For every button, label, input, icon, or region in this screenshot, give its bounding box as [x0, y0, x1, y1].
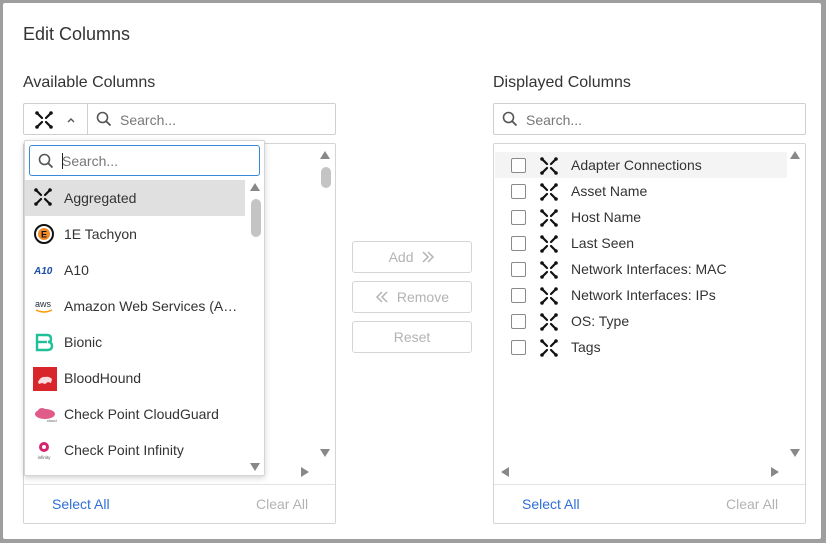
adapter-option[interactable]: aws Amazon Web Services (A… [25, 288, 245, 324]
adapter-option[interactable]: BloodHound [25, 360, 245, 396]
displayed-column-row[interactable]: Network Interfaces: IPs [495, 282, 787, 308]
column-checkbox[interactable] [511, 184, 526, 199]
double-chevron-right-icon [422, 251, 435, 263]
aggregated-icon [539, 338, 559, 363]
displayed-column-row[interactable]: OS: Type [495, 308, 787, 334]
adapter-search-input[interactable]: Search... [29, 145, 260, 176]
adapter-filter-select[interactable] [23, 103, 87, 135]
available-columns-label: Available Columns [23, 74, 156, 91]
column-label: OS: Type [571, 313, 630, 329]
available-search-input[interactable]: Search... [87, 103, 336, 135]
aggregated-icon [33, 187, 55, 209]
adapter-option-label: Check Point Infinity [64, 442, 184, 458]
available-select-all-link[interactable]: Select All [52, 496, 110, 512]
add-button-label: Add [388, 249, 414, 265]
svg-text:A10: A10 [33, 266, 53, 277]
displayed-search-placeholder: Search... [526, 112, 583, 128]
reset-button[interactable]: Reset [352, 321, 472, 353]
chevron-up-icon [67, 118, 75, 123]
adapter-option[interactable]: infinity Check Point Infinity [25, 432, 245, 468]
a10-logo-icon: A10 [33, 259, 55, 281]
column-checkbox[interactable] [511, 236, 526, 251]
displayed-columns-list: Adapter Connections Asset Name Host Name La… [493, 143, 806, 524]
svg-text:aws: aws [35, 299, 52, 309]
dialog-title: Edit Columns [23, 24, 131, 44]
column-checkbox[interactable] [511, 158, 526, 173]
double-chevron-left-icon [375, 291, 388, 303]
displayed-column-row[interactable]: Tags [495, 334, 787, 360]
adapter-dropdown-menu: Search... Aggregated E 1E Tachyon A10 A10 aws… [24, 140, 265, 476]
adapter-option[interactable]: E 1E Tachyon [25, 216, 245, 252]
column-label: Network Interfaces: IPs [571, 287, 716, 303]
remove-button-label: Remove [396, 289, 450, 305]
aggregated-icon [35, 111, 53, 129]
adapter-option-label: Aggregated [64, 190, 137, 206]
displayed-select-all-link[interactable]: Select All [522, 496, 580, 512]
available-search-placeholder: Search... [120, 112, 177, 128]
reset-button-label: Reset [393, 329, 431, 345]
scroll-up-arrow[interactable] [320, 151, 330, 159]
adapter-search-placeholder: Search... [62, 153, 119, 169]
adapter-option-label: BloodHound [64, 370, 142, 386]
svg-text:E: E [41, 230, 47, 240]
displayed-columns-label: Displayed Columns [493, 74, 631, 91]
svg-text:cloud: cloud [47, 418, 57, 423]
edit-columns-dialog: Edit Columns Available Columns Search...… [3, 3, 821, 539]
search-icon [502, 111, 518, 127]
remove-button[interactable]: Remove [352, 281, 472, 313]
scroll-down-arrow[interactable] [790, 449, 800, 457]
footer-divider [24, 484, 335, 485]
bionic-logo-icon [33, 331, 55, 353]
adapter-option-label: Amazon Web Services (A… [64, 298, 238, 314]
adapter-option[interactable]: Aggregated [25, 180, 245, 216]
displayed-column-row[interactable]: Network Interfaces: MAC [495, 256, 787, 282]
svg-text:infinity: infinity [38, 455, 52, 460]
checkpoint-infinity-logo-icon: infinity [33, 439, 55, 461]
adapter-option[interactable]: Bionic [25, 324, 245, 360]
column-label: Host Name [571, 209, 642, 225]
scroll-down-arrow[interactable] [250, 463, 260, 471]
adapter-option[interactable]: cloud Check Point CloudGuard [25, 396, 245, 432]
displayed-column-row[interactable]: Asset Name [495, 178, 787, 204]
adapter-option-label: A10 [64, 262, 89, 278]
displayed-clear-all-link[interactable]: Clear All [726, 496, 778, 512]
scroll-up-arrow[interactable] [790, 151, 800, 159]
column-checkbox[interactable] [511, 314, 526, 329]
adapter-option-label: 1E Tachyon [64, 226, 137, 242]
text-cursor [62, 153, 63, 169]
displayed-search-input[interactable]: Search... [493, 103, 806, 135]
search-icon [38, 153, 54, 169]
column-label: Asset Name [571, 183, 648, 199]
scroll-down-arrow[interactable] [320, 449, 330, 457]
search-icon [96, 111, 112, 127]
available-clear-all-link[interactable]: Clear All [256, 496, 308, 512]
scrollbar-thumb[interactable] [321, 167, 331, 188]
displayed-column-row[interactable]: Last Seen [495, 230, 787, 256]
add-button[interactable]: Add [352, 241, 472, 273]
column-checkbox[interactable] [511, 340, 526, 355]
scroll-right-arrow[interactable] [771, 467, 779, 477]
adapter-option-label: Bionic [64, 334, 103, 350]
column-label: Adapter Connections [571, 157, 702, 173]
column-label: Tags [571, 339, 601, 355]
checkpoint-cloudguard-logo-icon: cloud [33, 403, 57, 425]
column-checkbox[interactable] [511, 262, 526, 277]
column-label: Last Seen [571, 235, 635, 251]
adapter-option-label: Check Point CloudGuard [64, 406, 219, 422]
displayed-column-row[interactable]: Host Name [495, 204, 787, 230]
adapter-option[interactable]: A10 A10 [25, 252, 245, 288]
scroll-up-arrow[interactable] [250, 183, 260, 191]
scroll-right-arrow[interactable] [301, 467, 309, 477]
displayed-column-row[interactable]: Adapter Connections [495, 152, 787, 178]
column-label: Network Interfaces: MAC [571, 261, 727, 277]
aws-logo-icon: aws [33, 295, 55, 317]
scroll-left-arrow[interactable] [501, 467, 509, 477]
column-checkbox[interactable] [511, 210, 526, 225]
bloodhound-logo-icon [33, 367, 57, 391]
dropdown-scrollbar-thumb[interactable] [251, 199, 261, 237]
column-checkbox[interactable] [511, 288, 526, 303]
footer-divider [494, 484, 805, 485]
1e-tachyon-logo-icon: E [33, 223, 55, 245]
